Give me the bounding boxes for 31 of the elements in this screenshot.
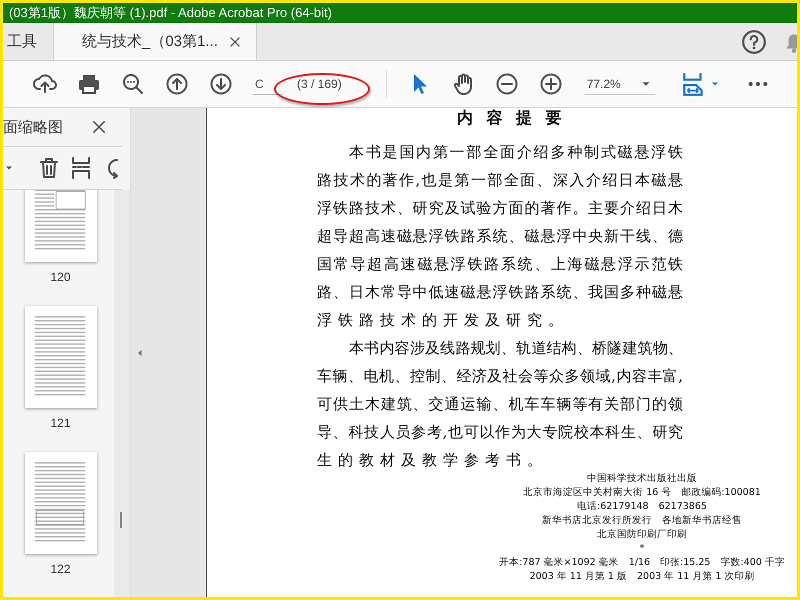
zoom-dropdown[interactable]: 77.2% (584, 74, 655, 94)
close-icon[interactable] (228, 34, 242, 48)
document-tab[interactable]: 统与技术_（03第1... (54, 23, 257, 60)
imprint-line: 2003 年 11 月第 1 版 2003 年 11 月第 1 次印刷 (530, 570, 754, 584)
page-number-field[interactable]: C (253, 74, 283, 94)
paragraph: 本书内容涉及线路规划、轨道结构、桥隧建筑物、 车辆、电机、控制、经济及社会等众多领域,内容丰富, 可供土木建筑、交通运输、机车车辆等有关部门的领 导、科技人员参考,也可以作为大专院校本科生、研究 生的教材及教学参考书。 (317, 338, 683, 471)
tab-label[interactable]: 工具 (7, 32, 37, 51)
imprint-line: 北京国防印刷厂印刷 (597, 528, 687, 542)
imprint-line: 中国科学技术出版社出版 (587, 472, 697, 486)
close-icon[interactable] (90, 118, 108, 136)
scrollbar-thumb[interactable] (120, 512, 122, 528)
insert-page-icon[interactable] (69, 156, 93, 180)
window-title: (03第1版）魏庆朝等 (1).pdf - Adobe Acrobat Pro (64-bit) (9, 4, 332, 22)
imprint-line: 北京市海淀区中关村南大街 16 号 邮政编码:100081 (523, 486, 761, 500)
imprint-line: 电话:62179148 62173865 (577, 500, 707, 514)
page-number: 121 (50, 416, 71, 430)
tab-label[interactable]: 统与技术_（03第1... (82, 32, 218, 51)
trash-icon[interactable] (37, 156, 61, 180)
page-thumbnail[interactable] (24, 452, 96, 554)
panel-title: 面缩略图 (3, 118, 63, 136)
page-thumbnail[interactable] (24, 306, 96, 408)
page-count: (3 / 169) (297, 77, 342, 91)
page-number: 120 (50, 270, 71, 284)
help-icon[interactable] (741, 28, 767, 54)
imprint-line: 开本:787 毫米×1092 毫米 1/16 印张:15.25 字数:400 千字 (499, 556, 785, 570)
imprint-line: 新华书店北京发行所发行 各地新华书店经售 (542, 514, 742, 528)
page-thumbnail[interactable] (24, 190, 96, 262)
page-heading: 内 容 提 要 (456, 108, 563, 128)
page-number: 122 (50, 562, 71, 576)
imprint-line: * (640, 542, 644, 556)
paragraph: 本书是国内第一部全面介绍多种制式磁悬浮铁 路技术的著作,也是第一部全面、深入介绍日本磁悬 浮铁路技术、研究及试验方面的著作。主要介绍日木 超导超高速磁悬浮铁路系统、磁悬浮中央新干线、德 国常导超高速磁悬浮铁路系统、上海磁悬浮示范铁 路、日木常导中低速磁悬浮铁路系统、我国多种磁悬 浮铁路技术的开发及研究。 (317, 142, 683, 331)
